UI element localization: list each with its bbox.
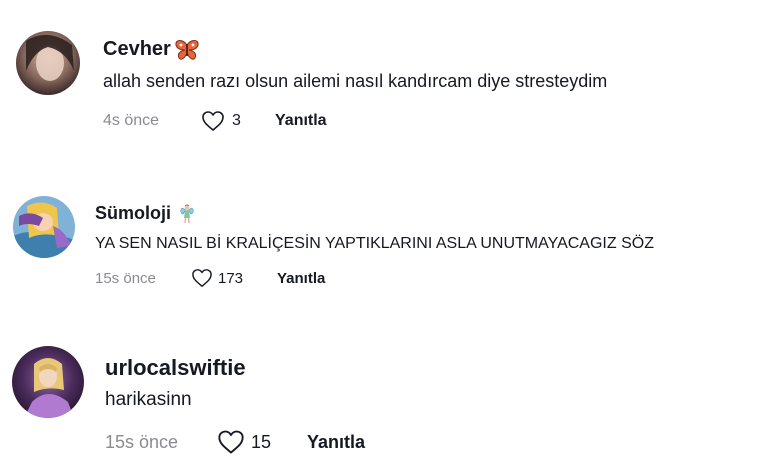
comment-username[interactable]: Sümoloji <box>95 203 195 224</box>
username-label: Cevher <box>103 38 171 60</box>
avatar[interactable] <box>16 31 80 95</box>
avatar-image <box>13 196 75 258</box>
like-button[interactable]: 3 <box>201 110 275 132</box>
heart-icon <box>192 269 212 287</box>
heart-icon <box>218 430 244 454</box>
avatar-image <box>12 346 84 418</box>
comment-text: harikasinn <box>105 389 192 410</box>
comment-time: 15s önce <box>95 269 156 287</box>
comment-username[interactable]: Cevher <box>103 38 199 61</box>
comment-meta: 15s önce 173 Yanıtla <box>95 268 325 288</box>
username-label: urlocalswiftie <box>105 355 246 380</box>
comment-meta: 4s önce 3 Yanıtla <box>103 110 327 132</box>
comment-time: 4s önce <box>103 112 160 129</box>
reply-button[interactable]: Yanıtla <box>277 270 325 287</box>
reply-button[interactable]: Yanıtla <box>307 432 365 453</box>
comment-time: 15s önce <box>105 431 179 452</box>
avatar[interactable] <box>13 196 75 258</box>
like-count: 3 <box>232 112 241 129</box>
heart-icon <box>202 111 224 131</box>
like-button[interactable]: 173 <box>191 268 277 288</box>
comment-text: YA SEN NASIL Bİ KRALİÇESİN YAPTIKLARINI … <box>95 235 654 252</box>
reply-button[interactable]: Yanıtla <box>275 112 327 130</box>
like-count: 15 <box>251 431 272 452</box>
like-button[interactable]: 15 <box>217 429 307 455</box>
butterfly-icon <box>175 39 199 61</box>
username-label: Sümoloji <box>95 203 171 223</box>
comment-text: allah senden razı olsun ailemi nasıl kan… <box>103 71 608 91</box>
fairy-icon <box>179 204 195 224</box>
comment-meta: 15s önce 15 Yanıtla <box>105 429 365 455</box>
avatar-image <box>16 31 80 95</box>
comment-username[interactable]: urlocalswiftie <box>105 355 246 381</box>
like-count: 173 <box>218 269 244 287</box>
avatar[interactable] <box>12 346 84 418</box>
